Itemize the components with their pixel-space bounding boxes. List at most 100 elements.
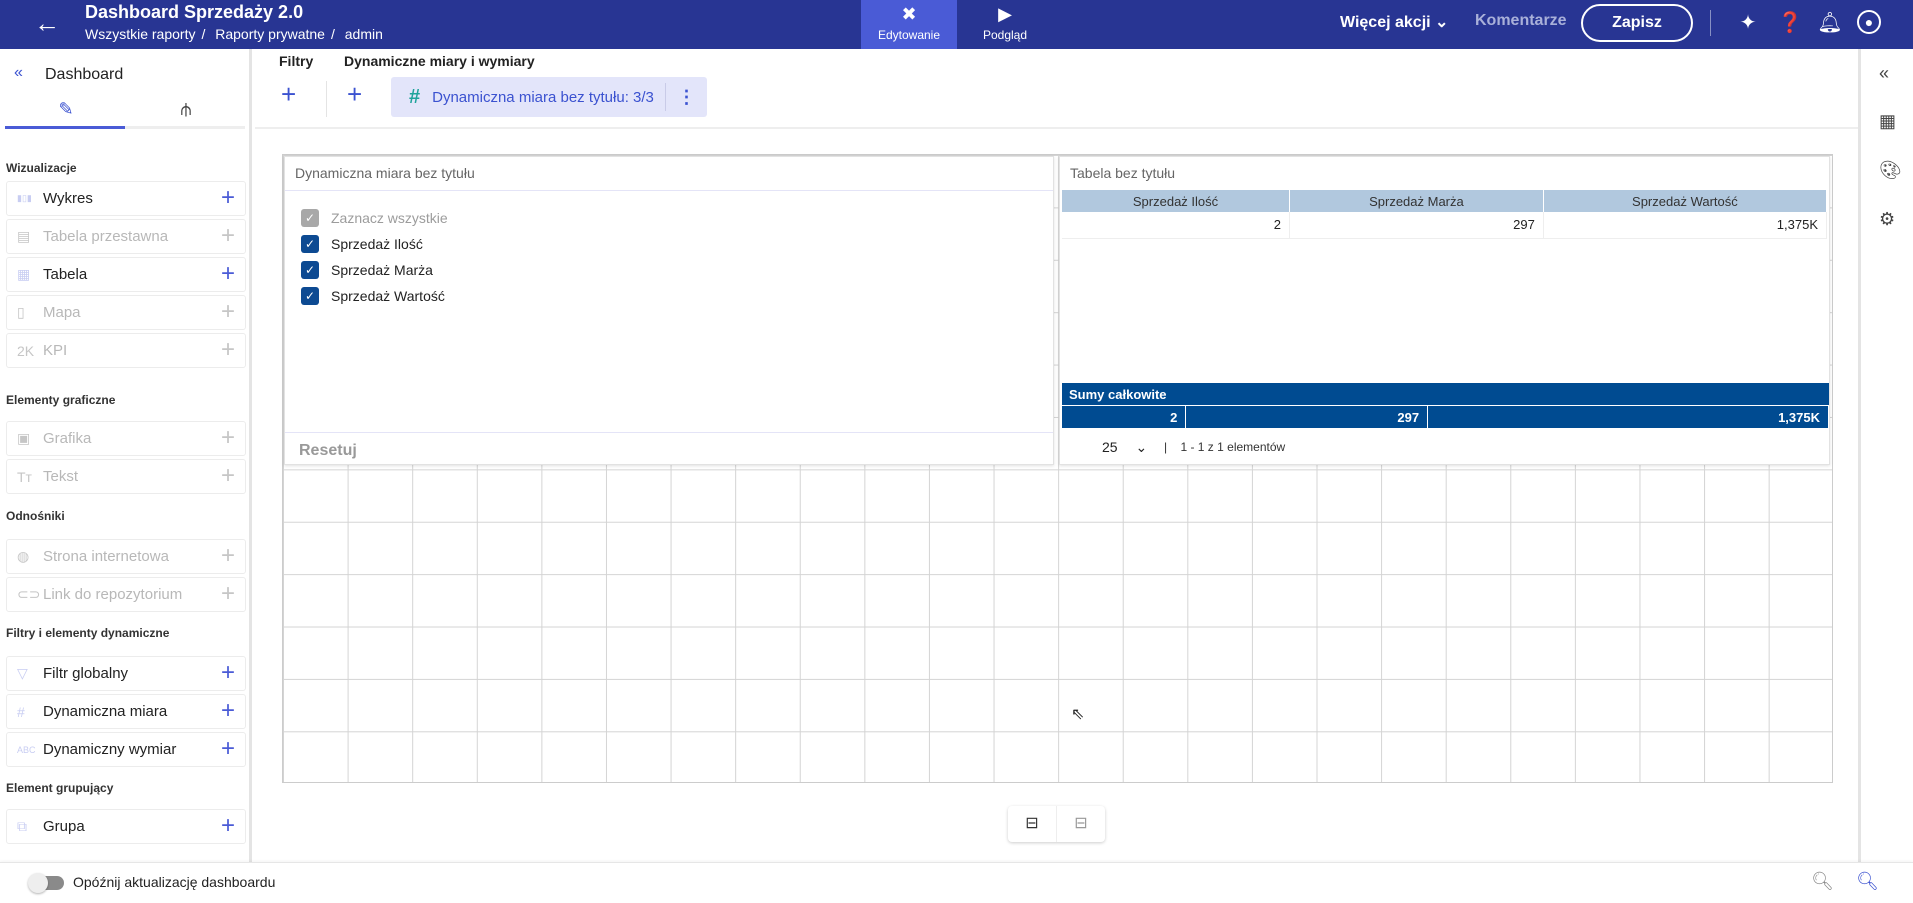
sidebar-item-label: Link do repozytorium [43, 586, 183, 603]
reset-button[interactable]: Resetuj [299, 442, 357, 460]
column-header[interactable]: Sprzedaż Marża [1289, 190, 1544, 212]
toggle-label: Opóźnij aktualizację dashboardu [73, 874, 276, 890]
plus-icon[interactable]: + [221, 260, 235, 288]
layout-grid-icon[interactable]: ▦ [1879, 111, 1896, 132]
column-header[interactable]: Sprzedaż Ilość [1062, 190, 1291, 212]
filters-label: Filtry [279, 53, 314, 69]
add-row-icon[interactable]: ⊟ [1008, 806, 1057, 842]
sidebar-item-mapa[interactable]: ▯ Mapa + [6, 295, 246, 330]
checkbox-label: Sprzedaż Marża [331, 262, 433, 278]
column-header[interactable]: Sprzedaż Wartość [1543, 190, 1828, 212]
add-dynamic-button[interactable]: + [347, 79, 362, 110]
cell: 297 [1289, 212, 1544, 239]
palette-icon[interactable]: 🎨︎ [1879, 160, 1902, 181]
map-icon: ▯ [17, 304, 25, 320]
plus-icon[interactable]: + [221, 542, 235, 570]
zoom-out-icon[interactable]: 🔍︎ [1811, 871, 1834, 892]
sidebar-item-label: Dynamiczna miara [43, 703, 168, 720]
zoom-in-icon[interactable]: 🔍︎ [1856, 871, 1879, 892]
collapse-sidebar-icon[interactable]: « [14, 64, 23, 82]
filters-toolbar: Filtry Dynamiczne miary i wymiary + + # … [255, 49, 1858, 129]
totals-label: Sumy całkowite [1062, 383, 1829, 406]
kebab-menu-icon[interactable]: ⋮ [665, 83, 707, 111]
sidebar-item-label: Filtr globalny [43, 665, 129, 682]
sidebar-item-kpi[interactable]: 2K KPI + [6, 333, 246, 368]
dynamic-measure-chip[interactable]: # Dynamiczna miara bez tytułu: 3/3 ⋮ [391, 77, 707, 117]
plus-icon[interactable]: + [221, 697, 235, 725]
page-size-select[interactable]: 25 ⌄ [1102, 439, 1147, 456]
pencil-ruler-icon: ✎ [58, 99, 74, 119]
option-checkbox[interactable]: ✓ Sprzedaż Ilość [301, 235, 423, 253]
sidebar-item-dynamiczny-wymiar[interactable]: ABC Dynamiczny wymiar + [6, 732, 246, 767]
plus-icon[interactable]: + [221, 812, 235, 840]
remove-row-icon[interactable]: ⊟ [1057, 806, 1105, 842]
image-icon: ▣ [17, 430, 31, 446]
top-bar: ← Dashboard Sprzedaży 2.0 Wszystkie rapo… [0, 0, 1913, 49]
tab-label: Edytowanie [877, 28, 941, 42]
breadcrumb: Wszystkie raporty / Raporty prywatne / adm… [85, 26, 383, 42]
sidebar-item-tabela-przestawna[interactable]: ▤ Tabela przestawna + [6, 219, 246, 254]
checkbox-label: Sprzedaż Ilość [331, 236, 423, 252]
divider [326, 81, 327, 117]
sidebar-item-tabela[interactable]: ▦ Tabela + [6, 257, 246, 292]
bell-icon[interactable]: 🔔︎ [1817, 10, 1843, 36]
sidebar-item-grafika[interactable]: ▣ Grafika + [6, 421, 246, 456]
sidebar-item-label: Dynamiczny wymiar [43, 741, 177, 758]
checkbox-label: Sprzedaż Wartość [331, 288, 445, 304]
sidebar-item-link-do-repozytorium[interactable]: ⊂⊃ Link do repozytorium + [6, 577, 246, 612]
filter-icon: ▽ [17, 665, 28, 681]
option-checkbox[interactable]: ✓ Sprzedaż Wartość [301, 287, 445, 305]
hash-icon: # [17, 703, 25, 720]
table-icon: ▦ [17, 266, 31, 282]
tab-components[interactable]: ✎ [5, 99, 127, 129]
add-filter-button[interactable]: + [281, 79, 296, 110]
plus-icon[interactable]: + [221, 580, 235, 608]
more-actions-dropdown[interactable]: Więcej akcji ⌄ [1340, 12, 1448, 32]
table-panel: Tabela bez tytułu Sprzedaż Ilość Sprzedaż… [1059, 156, 1830, 465]
plus-icon[interactable]: + [221, 462, 235, 490]
check-icon: ✓ [301, 261, 319, 279]
comments-button[interactable]: Komentarze [1475, 12, 1567, 30]
divider [285, 432, 1053, 433]
help-icon[interactable]: ❓ [1777, 10, 1803, 36]
plus-icon[interactable]: + [221, 659, 235, 687]
user-account-icon[interactable]: ● [1857, 10, 1881, 34]
sidebar-item-label: Mapa [43, 304, 81, 321]
plus-icon[interactable]: + [221, 735, 235, 763]
kpi-icon: 2K [17, 342, 35, 359]
sidebar-item-dynamiczna-miara[interactable]: # Dynamiczna miara + [6, 694, 246, 729]
footer: Opóźnij aktualizację dashboardu 🔍︎ 🔍︎ [0, 862, 1913, 903]
sidebar-item-tekst[interactable]: Tт Tekst + [6, 459, 246, 494]
save-button[interactable]: Zapisz [1581, 4, 1693, 42]
back-arrow-icon[interactable]: ← [34, 8, 60, 39]
delay-update-toggle[interactable] [28, 873, 64, 893]
breadcrumb-item[interactable]: admin [345, 26, 383, 42]
sidebar-item-label: Tabela [43, 266, 88, 283]
chip-label: Dynamiczna miara bez tytułu: 3/3 [432, 88, 654, 106]
sidebar-item-grupa[interactable]: ⧉ Grupa + [6, 809, 246, 844]
plus-icon[interactable]: + [221, 336, 235, 364]
sidebar-item-wykres[interactable]: ▮▯▮ Wykres + [6, 181, 246, 216]
sparkle-ai-icon[interactable]: ✦ [1735, 10, 1761, 36]
table-row: 2 297 1,375K [1062, 212, 1828, 239]
select-all-checkbox[interactable]: ✓ Zaznacz wszystkie [301, 209, 448, 227]
sidebar-item-filtr-globalny[interactable]: ▽ Filtr globalny + [6, 656, 246, 691]
expand-panel-icon[interactable]: « [1879, 63, 1889, 84]
mouse-cursor-icon: ⇖ [1071, 706, 1085, 723]
option-checkbox[interactable]: ✓ Sprzedaż Marża [301, 261, 433, 279]
breadcrumb-item[interactable]: Wszystkie raporty [85, 26, 195, 42]
plus-icon[interactable]: + [221, 424, 235, 452]
plus-icon[interactable]: + [221, 184, 235, 212]
sidebar-item-strona-internetowa[interactable]: ◍ Strona internetowa + [6, 539, 246, 574]
plus-icon[interactable]: + [221, 298, 235, 326]
tab-edit[interactable]: ✖ Edytowanie [861, 0, 957, 49]
sidebar-item-label: Grupa [43, 818, 85, 835]
check-icon: ✓ [301, 209, 319, 227]
globe-icon: ◍ [17, 548, 30, 564]
sidebar-item-label: Tabela przestawna [43, 228, 169, 245]
breadcrumb-item[interactable]: Raporty prywatne [215, 26, 325, 42]
settings-card-icon[interactable]: ⚙ [1879, 209, 1895, 230]
tab-preview[interactable]: ▶ Podgląd [957, 0, 1053, 49]
tab-structure[interactable]: ⫛ [125, 99, 247, 129]
plus-icon[interactable]: + [221, 222, 235, 250]
